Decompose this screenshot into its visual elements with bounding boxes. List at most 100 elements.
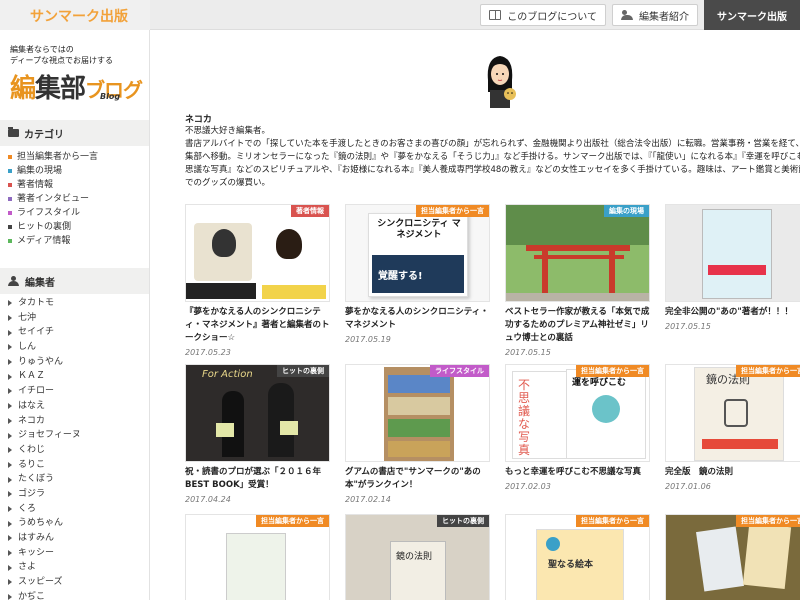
editor-item[interactable]: はなえ <box>8 399 81 414</box>
category-badge[interactable]: 編集の現場 <box>604 205 649 217</box>
triangle-right-icon <box>8 564 12 571</box>
editor-item[interactable]: たくぼう <box>8 472 81 487</box>
post-title[interactable]: 夢をかなえる人のシンクロニシティ・マネジメント <box>345 306 490 332</box>
category-badge[interactable]: 担当編集者から一言 <box>576 515 649 527</box>
post-card[interactable]: 完全非公開の"あの"著者が！！！ 2017.05.15 <box>665 204 800 331</box>
editor-item[interactable]: セイイチ <box>8 325 81 340</box>
triangle-right-icon <box>8 505 12 512</box>
editor-item[interactable]: ジョセフィーヌ <box>8 428 81 443</box>
category-badge[interactable]: 担当編集者から一言 <box>576 365 649 377</box>
category-label: メディア情報 <box>17 236 71 246</box>
editor-item[interactable]: スッピーズ <box>8 575 81 590</box>
editor-item[interactable]: くろ <box>8 502 81 517</box>
top-bar: サンマーク出版 このブログについて 編集者紹介 サンマーク出版 <box>0 0 800 30</box>
category-badge[interactable]: ライフスタイル <box>430 365 489 377</box>
category-item[interactable]: ヒットの裏側 <box>8 220 98 234</box>
category-item[interactable]: メディア情報 <box>8 234 98 248</box>
editor-intro-link[interactable]: 編集者紹介 <box>612 4 698 26</box>
post-thumbnail[interactable]: 鏡の法則 担当編集者から一言 <box>665 364 800 462</box>
editor-item[interactable]: かぢこ <box>8 590 81 600</box>
editor-item[interactable]: はすみん <box>8 531 81 546</box>
editor-item[interactable]: ＫＡＺ <box>8 369 81 384</box>
editor-item[interactable]: キッシー <box>8 546 81 561</box>
triangle-right-icon <box>8 594 12 600</box>
editor-name: ゴジラ <box>18 488 46 499</box>
editor-heading: 編集者 <box>0 268 149 294</box>
category-badge[interactable]: ヒットの裏側 <box>437 515 489 527</box>
brand-name[interactable]: サンマーク出版 <box>30 6 128 26</box>
post-thumbnail[interactable]: 編集の現場 <box>505 204 650 302</box>
editor-item[interactable]: ネコカ <box>8 414 81 429</box>
editor-name: たくぼう <box>18 474 55 485</box>
editor-item[interactable]: るりこ <box>8 458 81 473</box>
editor-heading-label: 編集者 <box>25 277 55 289</box>
post-title[interactable]: ベストセラー作家が教える「本気で成功するためのプレミアム神社ゼミ」リュウ博士との… <box>505 306 650 345</box>
post-card[interactable]: 鏡の法則 担当編集者から一言 完全版 鏡の法則 2017.01.06 <box>665 364 800 491</box>
category-list: 担当編集者から一言編集の現場著者情報 著者インタビュー ライフスタイル ヒットの裏側メ… <box>8 150 98 248</box>
post-thumbnail[interactable] <box>665 204 800 302</box>
editor-item[interactable]: さよ <box>8 560 81 575</box>
post-title[interactable]: 祝・読書のプロが選ぶ「２０１６年BEST BOOK」受賞！ <box>185 466 330 492</box>
post-card[interactable]: 著者情報『夢をかなえる人のシンクロニシティ・マネジメント』著者と編集者のトークシ… <box>185 204 330 357</box>
category-badge[interactable]: 担当編集者から一言 <box>736 365 800 377</box>
post-thumbnail[interactable]: 鏡の法則 ヒットの裏側 <box>345 514 490 600</box>
post-thumbnail[interactable]: For Action ヒットの裏側 <box>185 364 330 462</box>
editor-name: りゅうやん <box>18 356 64 367</box>
top-nav: このブログについて 編集者紹介 サンマーク出版 <box>480 0 800 30</box>
post-title[interactable]: もっと幸運を呼びこむ不思議な写真 <box>505 466 650 479</box>
editor-name: セイイチ <box>18 327 55 338</box>
category-badge[interactable]: 担当編集者から一言 <box>256 515 329 527</box>
editor-item[interactable]: うめちゃん <box>8 516 81 531</box>
post-title[interactable]: 完全版 鏡の法則 <box>665 466 800 479</box>
sunmark-link[interactable]: サンマーク出版 <box>704 0 800 30</box>
category-badge[interactable]: ヒットの裏側 <box>277 365 329 377</box>
category-label: 編集の現場 <box>17 166 63 176</box>
category-badge[interactable]: 担当編集者から一言 <box>416 205 489 217</box>
post-thumbnail[interactable]: 聖なる絵本 担当編集者から一言 <box>505 514 650 600</box>
editor-name: かぢこ <box>18 591 46 600</box>
post-card[interactable]: ライフスタイル グアムの書店で"サンマークの"あの本"がランクイン！ 2017.02… <box>345 364 490 504</box>
about-blog-link[interactable]: このブログについて <box>480 4 606 26</box>
triangle-right-icon <box>8 359 12 366</box>
post-card[interactable]: 不思議な写真 運を呼びこむ 担当編集者から一言 もっと幸運を呼びこむ不思議な写真 201… <box>505 364 650 491</box>
post-thumbnail[interactable]: シンクロニシティ マネジメント 覚醒する! 担当編集者から一言 <box>345 204 490 302</box>
editor-item[interactable]: しん <box>8 340 81 355</box>
category-item[interactable]: 担当編集者から一言 <box>8 150 98 164</box>
category-item[interactable]: 編集の現場 <box>8 164 98 178</box>
category-item[interactable]: 著者情報 <box>8 178 98 192</box>
post-thumbnail[interactable]: 不思議な写真 運を呼びこむ 担当編集者から一言 <box>505 364 650 462</box>
post-title[interactable]: グアムの書店で"サンマークの"あの本"がランクイン！ <box>345 466 490 492</box>
category-badge[interactable]: 担当編集者から一言 <box>736 515 800 527</box>
category-item[interactable]: 著者インタビュー <box>8 192 98 206</box>
post-card[interactable]: シンクロニシティ マネジメント 覚醒する! 担当編集者から一言 夢をかなえる人のシンク… <box>345 204 490 344</box>
post-card[interactable]: 鏡の法則 ヒットの裏側 <box>345 514 490 600</box>
logo-char-1: 編 <box>10 74 36 104</box>
editor-name: くわじ <box>18 444 46 455</box>
post-thumbnail[interactable]: 担当編集者から一言 <box>665 514 800 600</box>
editor-item[interactable]: イチロー <box>8 384 81 399</box>
post-card[interactable]: For Action ヒットの裏側祝・読書のプロが選ぶ「２０１６年BEST BOO… <box>185 364 330 504</box>
post-card[interactable]: 聖なる絵本 担当編集者から一言 <box>505 514 650 600</box>
post-card[interactable]: 担当編集者から一言 <box>185 514 330 600</box>
category-color-marker <box>8 155 12 159</box>
brand-logo[interactable]: サンマーク出版 <box>0 0 150 30</box>
blog-logo[interactable]: 編集部ブログ <box>10 68 143 105</box>
book-subtitle-text: 覚醒する! <box>378 271 423 282</box>
editor-item[interactable]: 七沖 <box>8 311 81 326</box>
editor-item[interactable]: ゴジラ <box>8 487 81 502</box>
triangle-right-icon <box>8 550 12 557</box>
author-avatar <box>487 56 516 108</box>
category-badge[interactable]: 著者情報 <box>291 205 329 217</box>
post-title[interactable]: 『夢をかなえる人のシンクロニシティ・マネジメント』著者と編集者のトークショー☆ <box>185 306 330 345</box>
post-thumbnail[interactable]: 著者情報 <box>185 204 330 302</box>
editor-name: さよ <box>18 562 37 573</box>
post-thumbnail[interactable]: 担当編集者から一言 <box>185 514 330 600</box>
editor-item[interactable]: くわじ <box>8 443 81 458</box>
post-title[interactable]: 完全非公開の"あの"著者が！！！ <box>665 306 800 319</box>
post-card[interactable]: 編集の現場ベストセラー作家が教える「本気で成功するためのプレミアム神社ゼミ」リュ… <box>505 204 650 357</box>
post-card[interactable]: 担当編集者から一言 <box>665 514 800 600</box>
post-thumbnail[interactable]: ライフスタイル <box>345 364 490 462</box>
category-item[interactable]: ライフスタイル <box>8 206 98 220</box>
editor-item[interactable]: タカトモ <box>8 296 81 311</box>
editor-item[interactable]: りゅうやん <box>8 355 81 370</box>
